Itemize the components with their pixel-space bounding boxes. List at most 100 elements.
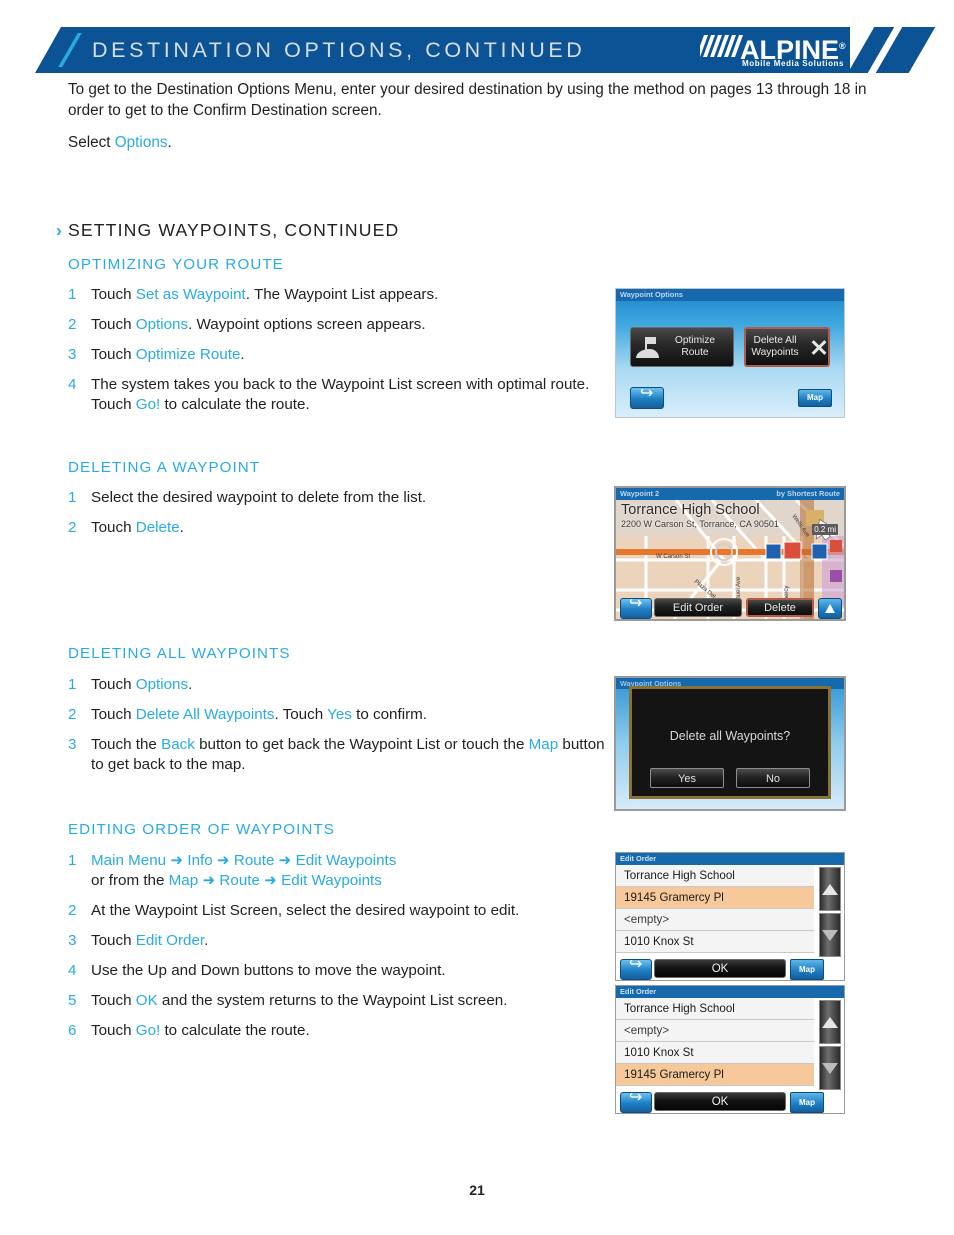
step-text-a: Touch xyxy=(91,676,136,693)
arrow-right-icon: ➜ xyxy=(264,872,277,889)
step-text-a: Touch xyxy=(91,706,136,723)
list-item: 2 Touch Delete. xyxy=(68,518,608,538)
table-row[interactable]: Torrance High School xyxy=(616,865,814,887)
breadcrumb-route[interactable]: Route xyxy=(234,852,275,869)
compass-button[interactable] xyxy=(818,598,842,619)
step-number: 2 xyxy=(68,316,77,333)
step-text-a: At the Waypoint List Screen, select the … xyxy=(91,902,520,919)
table-row[interactable]: 1010 Knox St xyxy=(616,1042,814,1064)
alpine-registered-mark: ® xyxy=(839,41,846,51)
step-link-2[interactable]: Yes xyxy=(327,706,352,723)
move-down-button[interactable] xyxy=(819,913,841,957)
chevron-up-icon xyxy=(822,883,838,895)
breadcrumb-info[interactable]: Info xyxy=(187,852,212,869)
optimize-route-label: Optimize Route xyxy=(661,335,733,359)
poi-address: 2200 W Carson St, Torrance, CA 90501 xyxy=(621,519,779,529)
step-link-1[interactable]: Delete xyxy=(136,519,180,536)
delete-button[interactable]: Delete xyxy=(746,598,814,617)
step-number: 1 xyxy=(68,489,77,506)
step-text-a: Select the desired waypoint to delete fr… xyxy=(91,489,427,506)
back-button[interactable] xyxy=(620,959,652,980)
back-button[interactable] xyxy=(620,1092,652,1113)
section-heading-text: SETTING WAYPOINTS, CONTINUED xyxy=(68,220,400,240)
screen-titlebar: Edit Order xyxy=(616,853,844,865)
breadcrumb-edit-waypoints[interactable]: Edit Waypoints xyxy=(296,852,397,869)
compass-needle-icon xyxy=(825,604,835,613)
table-row[interactable]: 19145 Gramercy Pl xyxy=(616,887,814,909)
move-up-button[interactable] xyxy=(819,1000,841,1044)
list-item: 6 Touch Go! to calculate the route. xyxy=(68,1021,608,1041)
step-link-1[interactable]: Options xyxy=(136,676,188,693)
step-link-1[interactable]: Optimize Route xyxy=(136,346,241,363)
ok-button[interactable]: OK xyxy=(654,1092,786,1111)
chevron-down-icon xyxy=(822,929,838,941)
alpine-logo: ALPINE® Mobile Media Solutions xyxy=(700,30,850,72)
table-row[interactable]: <empty> xyxy=(616,1020,814,1042)
step-link-1[interactable]: Delete All Waypoints xyxy=(136,706,275,723)
table-row[interactable]: 1010 Knox St xyxy=(616,931,814,953)
step-number: 2 xyxy=(68,706,77,723)
delete-all-label: Delete All Waypoints xyxy=(746,335,808,359)
breadcrumb-alt-prefix: or from the xyxy=(91,872,169,889)
step-link-1[interactable]: Options xyxy=(136,316,188,333)
list-item: 5 Touch OK and the system returns to the … xyxy=(68,991,608,1011)
waypoint-list: Torrance High School 19145 Gramercy Pl <… xyxy=(616,865,814,953)
confirm-dialog: Delete all Waypoints? Yes No xyxy=(629,686,831,799)
screenshot-edit-order-after: Edit Order Torrance High School <empty> … xyxy=(615,985,845,1114)
move-up-button[interactable] xyxy=(819,867,841,911)
back-arrow-icon xyxy=(629,603,643,614)
map-button[interactable]: Map xyxy=(798,389,832,407)
step-number: 6 xyxy=(68,1022,77,1039)
ok-button[interactable]: OK xyxy=(654,959,786,978)
flag-hill-icon xyxy=(635,335,661,359)
step-number: 2 xyxy=(68,519,77,536)
map-toolbar: Edit Order Delete xyxy=(616,597,844,619)
step-text-b: button to get back the Waypoint List or … xyxy=(194,736,529,753)
move-down-button[interactable] xyxy=(819,1046,841,1090)
svg-text:W Carson St: W Carson St xyxy=(656,554,690,560)
breadcrumb-alt-map[interactable]: Map xyxy=(169,872,199,889)
step-link-1[interactable]: Edit Order xyxy=(136,932,204,949)
delete-all-line-1: Delete All xyxy=(753,335,797,346)
no-button[interactable]: No xyxy=(736,768,810,788)
step-link-1[interactable]: Go! xyxy=(136,1022,160,1039)
edit-order-button[interactable]: Edit Order xyxy=(654,598,742,617)
yes-button[interactable]: Yes xyxy=(650,768,724,788)
step-text-b: . Waypoint options screen appears. xyxy=(188,316,426,333)
steps-deleting-all-waypoints: 1 Touch Options. 2 Touch Delete All Waypoi… xyxy=(68,675,608,785)
distance-badge: 0.2 mi xyxy=(812,524,838,535)
step-link-2[interactable]: Map xyxy=(529,736,559,753)
intro-select-label: Select xyxy=(68,134,115,151)
step-text-b: . Touch xyxy=(274,706,328,723)
table-row[interactable]: Torrance High School xyxy=(616,998,814,1020)
table-row[interactable]: <empty> xyxy=(616,909,814,931)
list-item: 1 Select the desired waypoint to delete f… xyxy=(68,488,608,508)
step-link-1[interactable]: Set as Waypoint xyxy=(136,286,246,303)
map-button[interactable]: Map xyxy=(790,959,824,980)
close-x-icon xyxy=(810,338,828,356)
step-link-1[interactable]: Go! xyxy=(136,396,160,413)
breadcrumb-main-menu[interactable]: Main Menu xyxy=(91,852,166,869)
map-button[interactable]: Map xyxy=(790,1092,824,1113)
step-link-1[interactable]: OK xyxy=(136,992,158,1009)
delete-all-waypoints-button[interactable]: Delete All Waypoints xyxy=(744,327,830,367)
step-number: 3 xyxy=(68,932,77,949)
optimize-line-2: Route xyxy=(681,347,709,358)
breadcrumb-alt-edit-waypoints[interactable]: Edit Waypoints xyxy=(281,872,382,889)
back-button[interactable] xyxy=(630,387,664,409)
back-arrow-icon xyxy=(629,964,643,975)
step-link-1[interactable]: Back xyxy=(161,736,195,753)
table-row[interactable]: 19145 Gramercy Pl xyxy=(616,1064,814,1086)
step-text-a: Touch xyxy=(91,286,136,303)
list-item: 3 Touch the Back button to get back the W… xyxy=(68,735,608,775)
steps-optimizing-your-route: 1 Touch Set as Waypoint. The Waypoint Lis… xyxy=(68,285,608,425)
intro-options-link[interactable]: Options xyxy=(115,134,168,151)
subheading-editing-order-of-waypoints: EDITING ORDER OF WAYPOINTS xyxy=(68,821,335,838)
step-text-b: to calculate the route. xyxy=(160,396,310,413)
step-text-a: Touch the xyxy=(91,736,162,753)
optimize-route-button[interactable]: Optimize Route xyxy=(630,327,734,367)
back-arrow-icon xyxy=(640,393,654,404)
back-button[interactable] xyxy=(620,598,652,619)
step-text-a: Touch xyxy=(91,932,136,949)
breadcrumb-alt-route[interactable]: Route xyxy=(219,872,260,889)
